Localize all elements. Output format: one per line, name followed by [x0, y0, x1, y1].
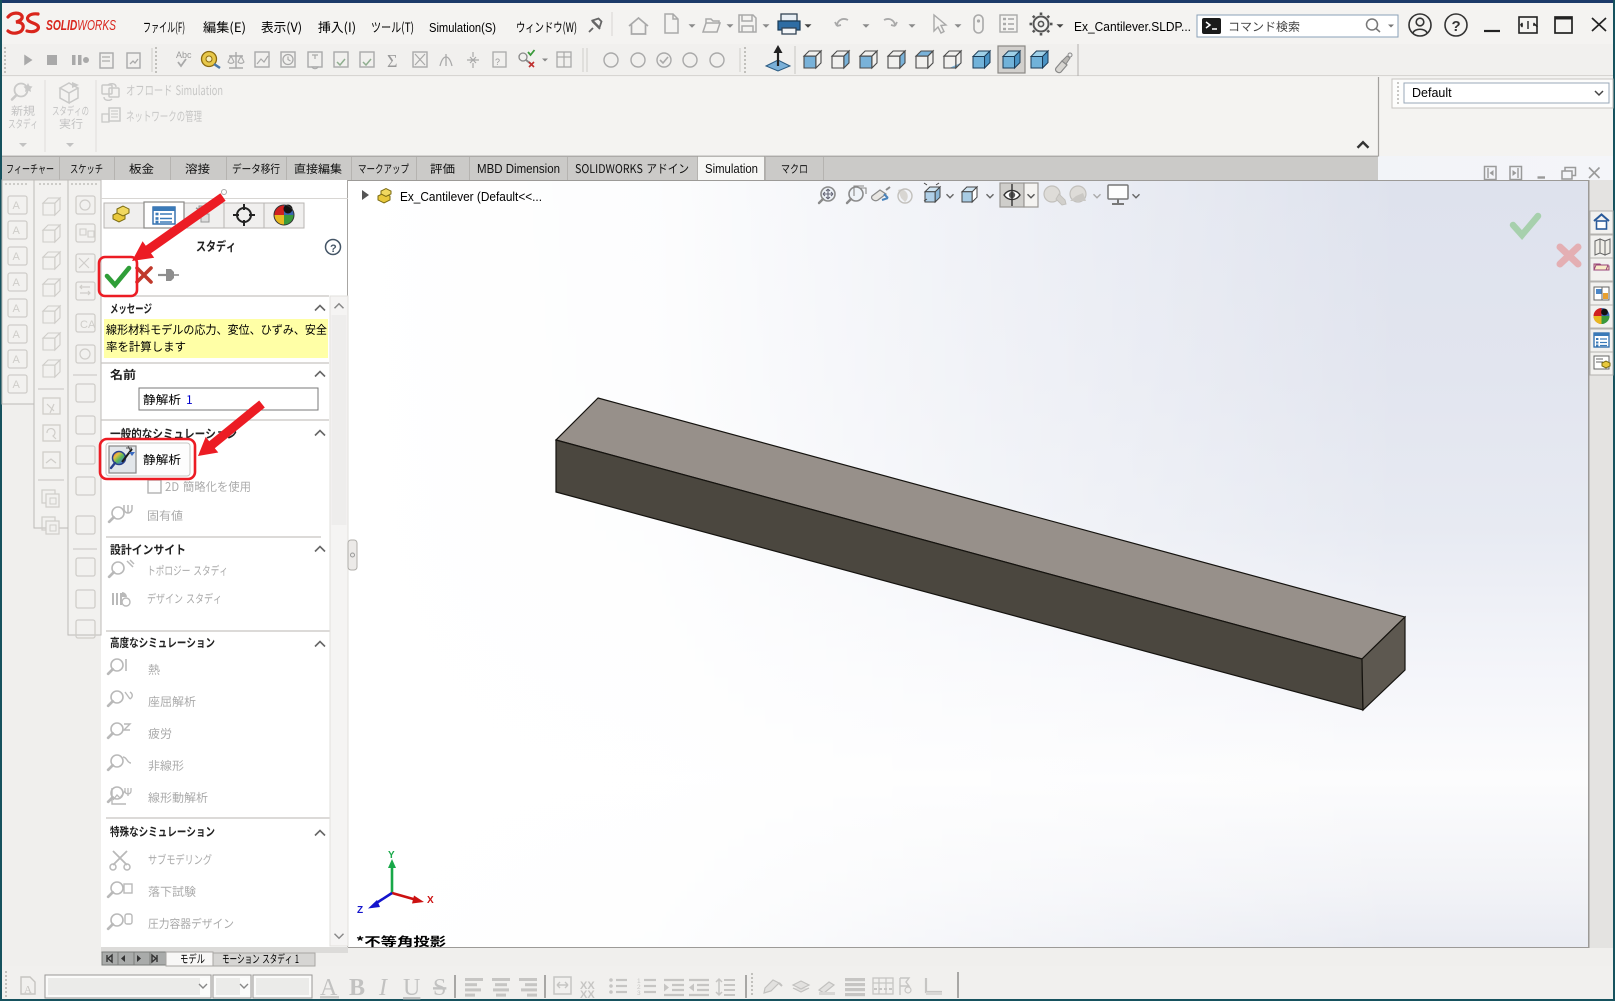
svg-text:A: A: [13, 277, 21, 289]
svg-text:X: X: [427, 895, 434, 906]
svg-text:Z: Z: [357, 905, 363, 916]
svg-text:CA: CA: [80, 319, 96, 331]
svg-text:3: 3: [637, 990, 641, 997]
svg-text:Y: Y: [388, 850, 395, 861]
svg-text:XX: XX: [580, 989, 595, 1001]
svg-text:MBD Dimension: MBD Dimension: [477, 162, 560, 176]
svg-text:Ex_Cantilever (Default<<...: Ex_Cantilever (Default<<...: [400, 190, 542, 204]
svg-text:A: A: [13, 379, 21, 391]
svg-text:A: A: [13, 251, 21, 263]
svg-text:Σ: Σ: [387, 51, 397, 71]
svg-text:?: ?: [1452, 18, 1461, 35]
svg-text:A: A: [13, 354, 21, 366]
svg-text:A: A: [24, 984, 32, 996]
svg-text:U: U: [403, 975, 420, 1001]
svg-text:B: B: [349, 975, 365, 1001]
svg-text:Abc: Abc: [176, 50, 192, 60]
svg-text:S: S: [433, 975, 446, 1001]
svg-text:A: A: [13, 303, 21, 315]
svg-text:A: A: [13, 225, 21, 237]
svg-text:Ex_Cantilever.SLDP...: Ex_Cantilever.SLDP...: [1074, 19, 1191, 34]
svg-text:Simulation: Simulation: [705, 162, 758, 176]
svg-text:Default: Default: [1412, 86, 1452, 100]
svg-text:SOLIDWORKS: SOLIDWORKS: [46, 17, 116, 34]
svg-text:?: ?: [330, 243, 337, 255]
svg-text:A: A: [13, 329, 21, 341]
svg-text:I: I: [378, 975, 388, 1001]
svg-text:Simulation(S): Simulation(S): [429, 20, 496, 35]
svg-text:A: A: [13, 200, 21, 212]
svg-text:?: ?: [495, 57, 500, 67]
